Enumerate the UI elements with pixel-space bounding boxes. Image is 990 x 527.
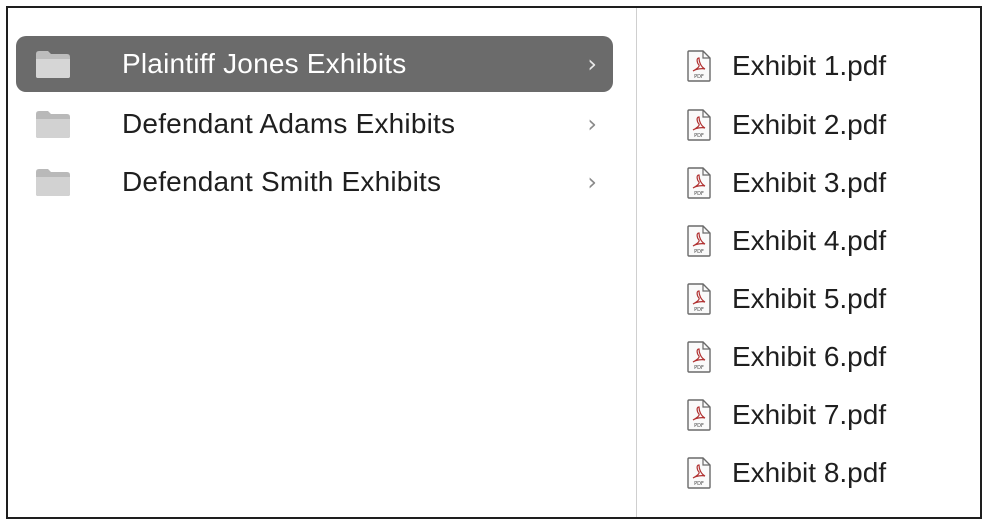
file-label: Exhibit 6.pdf — [732, 341, 887, 372]
file-label: Exhibit 5.pdf — [732, 283, 887, 314]
pdf-file-icon: PDF — [687, 283, 711, 315]
file-label: Exhibit 3.pdf — [732, 167, 887, 198]
file-row-exhibit-6[interactable]: PDF Exhibit 6.pdf — [686, 335, 886, 379]
svg-text:PDF: PDF — [694, 481, 704, 487]
svg-text:PDF: PDF — [694, 423, 704, 429]
file-label: Exhibit 8.pdf — [732, 457, 887, 488]
pdf-file-icon: PDF — [687, 50, 711, 82]
folder-row-plaintiff-jones[interactable]: Plaintiff Jones Exhibits › — [16, 36, 613, 92]
pdf-file-icon: PDF — [687, 399, 711, 431]
file-row-exhibit-1[interactable]: PDF Exhibit 1.pdf — [686, 44, 886, 88]
svg-text:PDF: PDF — [694, 133, 704, 139]
file-label: Exhibit 7.pdf — [732, 399, 887, 430]
folder-row-defendant-adams[interactable]: Defendant Adams Exhibits › — [16, 96, 613, 152]
svg-text:PDF: PDF — [694, 365, 704, 371]
svg-text:PDF: PDF — [694, 74, 704, 80]
folder-label: Defendant Smith Exhibits — [122, 166, 442, 197]
file-column: PDF Exhibit 1.pdf PDF Exhibit 2.pdf PDF … — [638, 8, 980, 517]
chevron-right-icon: › — [587, 50, 597, 78]
pdf-file-icon: PDF — [687, 109, 711, 141]
chevron-right-icon: › — [587, 110, 597, 138]
folder-label: Defendant Adams Exhibits — [122, 108, 456, 139]
folder-icon — [36, 111, 70, 138]
file-row-exhibit-3[interactable]: PDF Exhibit 3.pdf — [686, 161, 886, 205]
pdf-file-icon: PDF — [687, 457, 711, 489]
file-label: Exhibit 4.pdf — [732, 225, 887, 256]
svg-text:PDF: PDF — [694, 191, 704, 197]
file-row-exhibit-8[interactable]: PDF Exhibit 8.pdf — [686, 451, 886, 495]
folder-row-defendant-smith[interactable]: Defendant Smith Exhibits › — [16, 154, 613, 210]
folder-column: Plaintiff Jones Exhibits › Defendant Ada… — [8, 8, 637, 517]
file-row-exhibit-5[interactable]: PDF Exhibit 5.pdf — [686, 277, 886, 321]
file-row-exhibit-7[interactable]: PDF Exhibit 7.pdf — [686, 393, 886, 437]
folder-icon — [36, 169, 70, 196]
folder-label: Plaintiff Jones Exhibits — [122, 48, 407, 79]
file-row-exhibit-2[interactable]: PDF Exhibit 2.pdf — [686, 103, 886, 147]
finder-column-view: Plaintiff Jones Exhibits › Defendant Ada… — [6, 6, 982, 519]
pdf-file-icon: PDF — [687, 167, 711, 199]
pdf-file-icon: PDF — [687, 225, 711, 257]
pdf-file-icon: PDF — [687, 341, 711, 373]
folder-icon — [36, 51, 70, 78]
svg-text:PDF: PDF — [694, 249, 704, 255]
file-label: Exhibit 2.pdf — [732, 109, 887, 140]
chevron-right-icon: › — [587, 168, 597, 196]
file-label: Exhibit 1.pdf — [732, 50, 887, 81]
svg-text:PDF: PDF — [694, 307, 704, 313]
file-row-exhibit-4[interactable]: PDF Exhibit 4.pdf — [686, 219, 886, 263]
